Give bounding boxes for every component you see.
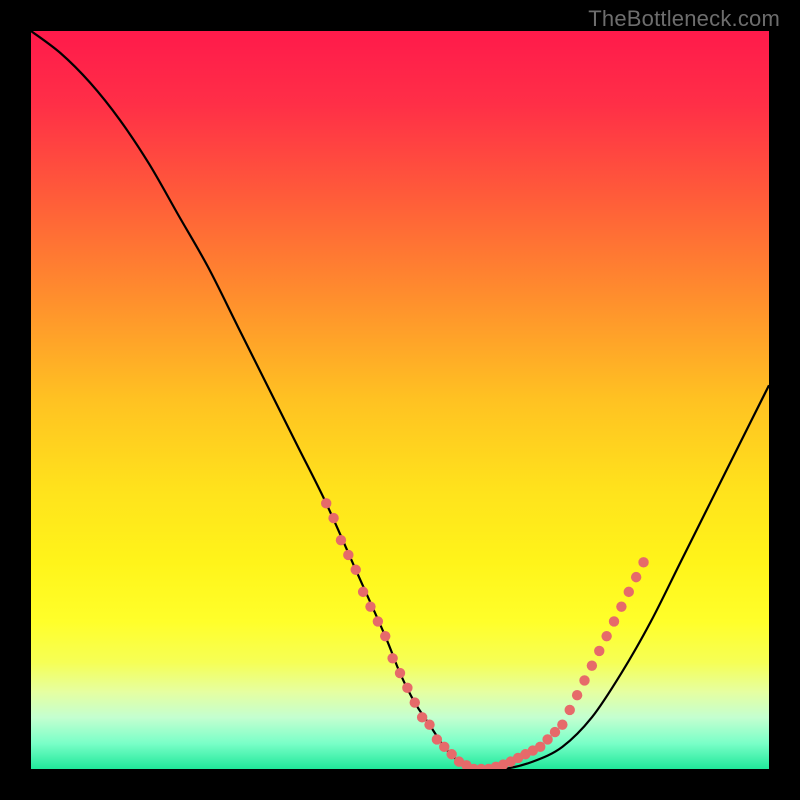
highlight-dot (579, 675, 589, 685)
highlight-dot (387, 653, 397, 663)
highlight-dot (380, 631, 390, 641)
highlight-dot (402, 683, 412, 693)
highlight-dot (638, 557, 648, 567)
highlight-dot (351, 565, 361, 575)
highlight-dot (594, 646, 604, 656)
highlight-dot (321, 498, 331, 508)
highlight-dot (395, 668, 405, 678)
highlight-dot (410, 697, 420, 707)
highlight-dot (565, 705, 575, 715)
chart-frame (31, 31, 769, 769)
bottleneck-curve (31, 31, 769, 769)
highlight-dot (328, 513, 338, 523)
highlight-dot (542, 734, 552, 744)
highlight-dot (446, 749, 456, 759)
highlight-dot (550, 727, 560, 737)
highlight-dot (587, 660, 597, 670)
watermark-text: TheBottleneck.com (588, 6, 780, 32)
highlight-dot (601, 631, 611, 641)
highlight-dot (373, 616, 383, 626)
highlight-dot (616, 601, 626, 611)
highlight-dots-group (321, 498, 649, 769)
highlight-dot (557, 720, 567, 730)
highlight-dot (424, 720, 434, 730)
highlight-dot (631, 572, 641, 582)
highlight-dot (609, 616, 619, 626)
highlight-dot (535, 742, 545, 752)
highlight-dot (336, 535, 346, 545)
highlight-dot (572, 690, 582, 700)
highlight-dot (365, 601, 375, 611)
highlight-dot (343, 550, 353, 560)
highlight-dot (358, 587, 368, 597)
curve-layer (31, 31, 769, 769)
highlight-dot (624, 587, 634, 597)
highlight-dot (439, 742, 449, 752)
highlight-dot (432, 734, 442, 744)
highlight-dot (417, 712, 427, 722)
